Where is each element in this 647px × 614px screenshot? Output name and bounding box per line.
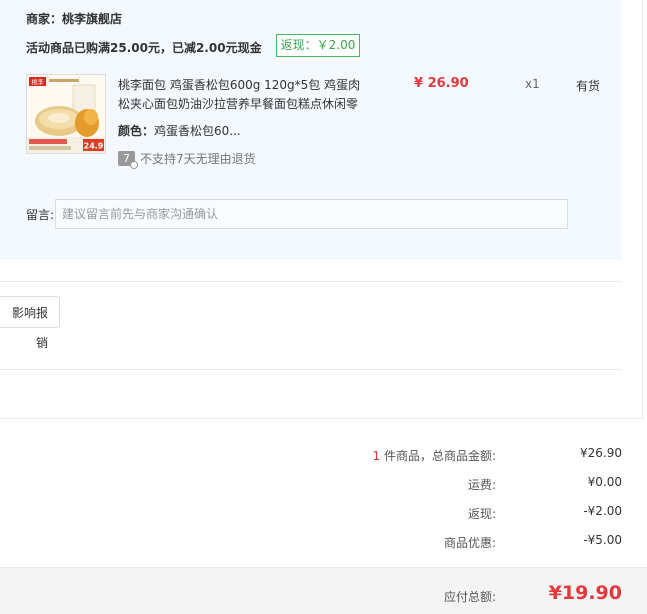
- divider: [0, 418, 643, 419]
- discount-value: -¥5.00: [583, 533, 622, 547]
- reimbursement-button[interactable]: 影响报销: [0, 296, 60, 350]
- rebate-badge: 返现：￥2.00: [276, 34, 360, 57]
- item-count-suffix: 件商品，总商品金额:: [380, 449, 496, 463]
- shipping-label: 运费:: [467, 478, 496, 492]
- product-thumbnail[interactable]: 桃李 24.9: [26, 74, 106, 154]
- summary-goods-label: 1 件商品，总商品金额:: [256, 447, 497, 464]
- divider: [0, 281, 622, 282]
- no-return-7-day-icon: 7: [118, 151, 138, 169]
- no-return-icon-number: 7: [123, 152, 130, 165]
- payable-total: ¥19.90: [548, 582, 622, 604]
- thumb-brand: 桃李: [31, 79, 43, 87]
- product-image: 桃李 24.9: [27, 75, 105, 153]
- panel-border: [642, 0, 643, 418]
- color-label: 颜色：: [118, 124, 155, 138]
- rebate-label: 返现:: [467, 507, 496, 521]
- no-return-text: 不支持7天无理由退货: [140, 152, 256, 166]
- item-price: ¥ 26.90: [414, 76, 469, 91]
- item-quantity: x1: [525, 77, 540, 91]
- no-return-notice: 7 不支持7天无理由退货: [118, 150, 256, 169]
- thumb-price: 24.9: [84, 142, 104, 151]
- product-title[interactable]: 桃李面包 鸡蛋香松包600g 120g*5包 鸡蛋肉松夹心面包奶油沙拉营养早餐面…: [118, 76, 368, 114]
- promo-text: 活动商品已购满25.00元，已减2.00元现金: [26, 41, 262, 55]
- summary-goods-total: ¥26.90: [580, 446, 622, 460]
- item-count: 1: [372, 449, 381, 463]
- rebate-value: -¥2.00: [583, 504, 622, 518]
- shipping-value: ¥0.00: [587, 475, 622, 489]
- seller-name: 商家：桃李旗舰店: [26, 12, 123, 26]
- message-input[interactable]: [55, 199, 568, 229]
- message-label: 留言:: [26, 208, 55, 222]
- divider: [0, 369, 622, 370]
- payable-label: 应付总额:: [443, 590, 496, 604]
- color-value: 鸡蛋香松包60...: [154, 124, 241, 138]
- discount-label: 商品优惠:: [443, 536, 496, 550]
- stock-status: 有货: [576, 79, 601, 93]
